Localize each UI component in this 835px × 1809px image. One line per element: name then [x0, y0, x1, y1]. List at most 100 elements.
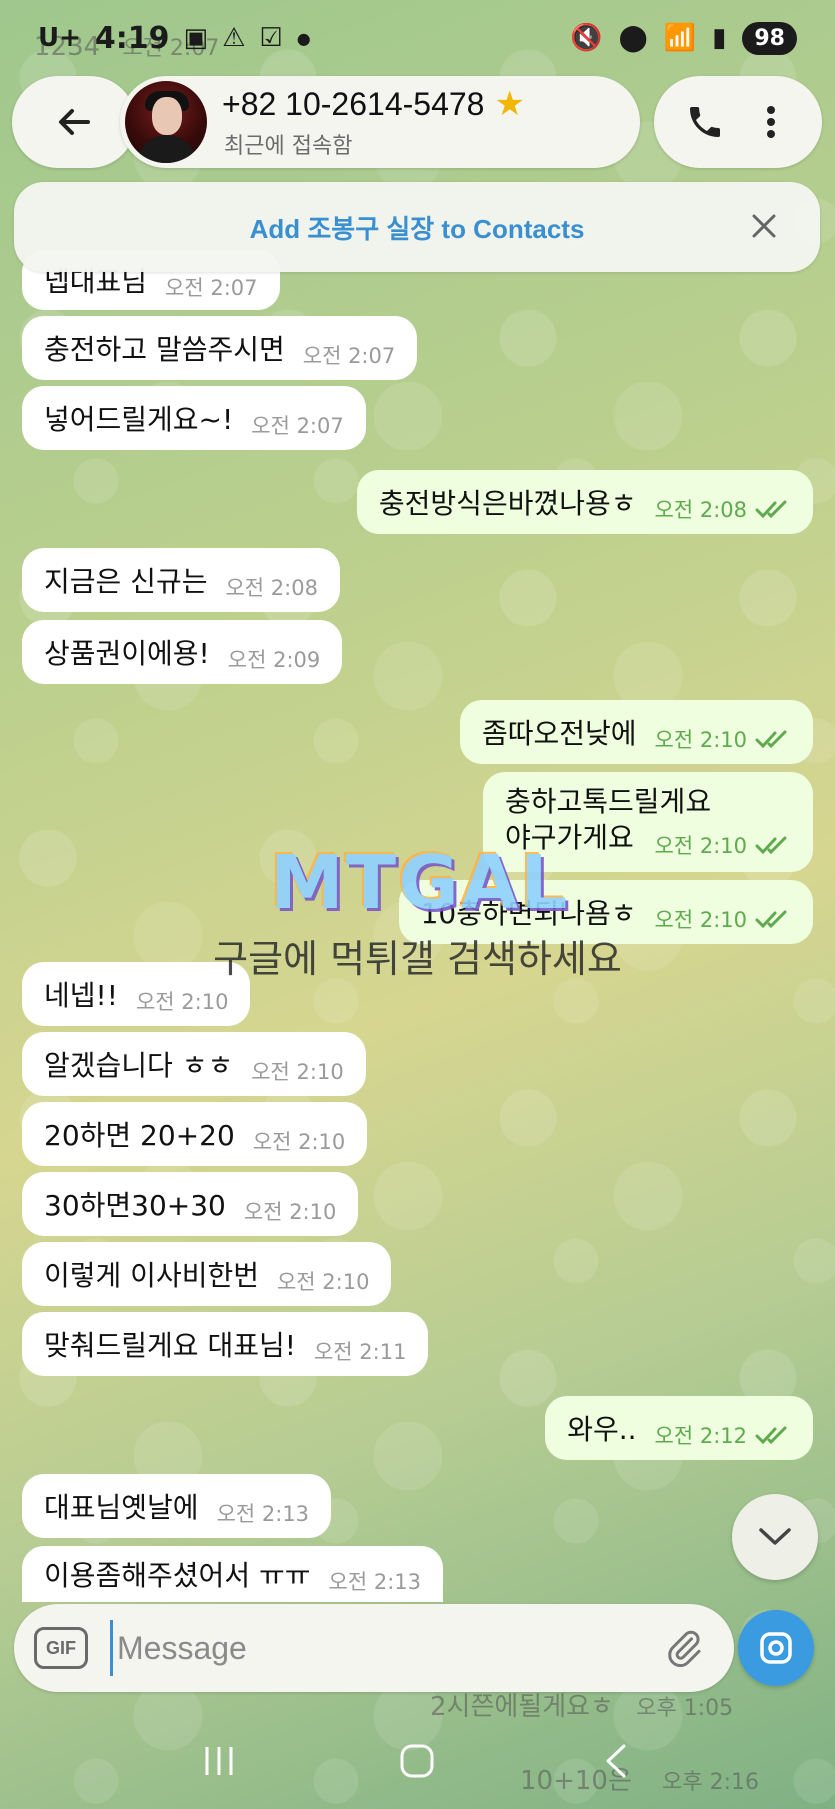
message-time: 오전 2:08 — [654, 498, 747, 522]
message-text: 30하면30+30 — [44, 1189, 226, 1222]
more-options-button[interactable] — [747, 92, 795, 152]
back-arrow-icon — [59, 109, 90, 135]
message-text: 맞춰드릴게요 대표님! — [44, 1329, 296, 1362]
more-vert-icon — [767, 106, 775, 138]
message-text: 와우.. — [567, 1413, 637, 1446]
add-to-contacts-text[interactable]: Add 조봉구 실장 to Contacts — [250, 209, 585, 246]
read-checkmarks-icon — [755, 500, 787, 519]
message-bubble[interactable]: 10충하면되나욤ㅎ 오전 2:10 — [398, 880, 813, 944]
message-bubble[interactable]: 알겠습니다 ㅎㅎ 오전 2:10 — [22, 1032, 366, 1096]
contact-name: +82 10-2614-5478 — [222, 85, 485, 122]
message-bubble[interactable]: 충하고톡드릴게요 야구가게요 오전 2:10 — [483, 772, 813, 872]
message-bubble[interactable]: 맞춰드릴게요 대표님! 오전 2:11 — [22, 1312, 429, 1376]
message-bubble[interactable]: 이용좀해주셨어서 ㅠㅠ 오전 2:13 — [22, 1546, 443, 1602]
dot-icon: ● — [296, 28, 311, 48]
carrier-label: U+ — [38, 23, 81, 53]
message-time: 오전 2:10 — [654, 908, 747, 932]
chat-header: +82 10-2614-5478 ★ 최근에 접속함 — [0, 76, 835, 176]
recent-apps-icon — [205, 1746, 233, 1775]
clock: 4:19 — [94, 20, 170, 56]
back-nav-button[interactable] — [581, 1731, 651, 1791]
message-text: 알겠습니다 ㅎㅎ — [44, 1049, 234, 1082]
avatar[interactable] — [122, 78, 210, 166]
message-text: 충전방식은바꼈나용ㅎ — [378, 487, 637, 520]
camera-icon — [760, 1632, 792, 1664]
premium-star-icon: ★ — [494, 85, 525, 123]
message-text: 네넵!! — [44, 979, 118, 1012]
close-icon — [752, 214, 776, 238]
message-bubble[interactable]: 와우.. 오전 2:12 — [545, 1396, 813, 1460]
signal-icon: ▮ — [712, 23, 727, 53]
message-time: 오전 2:12 — [654, 1424, 747, 1448]
message-time: 오전 2:07 — [165, 276, 258, 300]
read-checkmarks-icon — [755, 910, 787, 929]
call-button[interactable] — [681, 92, 729, 152]
message-time: 오전 2:10 — [135, 990, 229, 1014]
read-checkmarks-icon — [755, 730, 787, 749]
message-text: 지금은 신규는 — [44, 565, 208, 598]
message-time: 오전 2:10 — [276, 1270, 370, 1294]
close-banner-button[interactable] — [744, 206, 784, 246]
location-icon: ⬤ — [618, 23, 648, 53]
paperclip-icon — [668, 1630, 701, 1668]
message-text: 좀따오전낮에 — [481, 717, 637, 750]
message-bubble[interactable]: 20하면 20+20 오전 2:10 — [22, 1102, 368, 1166]
message-time: 오전 2:07 — [302, 344, 396, 368]
message-time: 오전 2:13 — [216, 1502, 310, 1526]
attach-button[interactable] — [654, 1618, 714, 1678]
message-time: 오전 2:10 — [654, 728, 747, 752]
message-text: 20하면 20+20 — [44, 1119, 235, 1152]
message-bubble[interactable]: 이렇게 이사비한번 오전 2:10 — [22, 1242, 392, 1306]
battery-indicator: 98 — [742, 21, 797, 55]
message-input[interactable] — [110, 1620, 654, 1676]
contact-status: 최근에 접속함 — [224, 134, 353, 159]
message-time: 오전 2:10 — [251, 1060, 344, 1084]
message-bubble[interactable]: 지금은 신규는 오전 2:08 — [22, 548, 340, 612]
system-navigation-bar — [0, 1712, 835, 1809]
mute-icon: 🔇 — [570, 23, 603, 53]
back-button[interactable] — [12, 76, 136, 168]
avatar-face — [152, 97, 182, 135]
avatar-body — [137, 135, 197, 163]
message-time: 오전 2:08 — [225, 576, 318, 600]
message-bubble[interactable]: 넣어드릴게요~! 오전 2:07 — [22, 386, 366, 450]
wifi-icon: 📶 — [663, 23, 697, 53]
message-bubble[interactable]: 30하면30+30 오전 2:10 — [22, 1172, 359, 1236]
message-bubble[interactable]: 상품권이에용! 오전 2:09 — [22, 620, 343, 684]
message-text: 이용좀해주셨어서 ㅠㅠ — [44, 1559, 311, 1592]
message-time: 오전 2:10 — [243, 1200, 337, 1224]
message-time: 오전 2:11 — [313, 1340, 407, 1364]
message-text: 대표님옛날에 — [44, 1491, 199, 1524]
add-to-contacts-banner[interactable]: Add 조봉구 실장 to Contacts — [14, 182, 820, 272]
message-bubble[interactable]: 네넵!! 오전 2:10 — [22, 962, 251, 1026]
message-time: 오전 2:10 — [654, 834, 747, 858]
checkbox-icon: ☑ — [259, 23, 283, 53]
phone-icon — [690, 107, 720, 137]
message-text: 이렇게 이사비한번 — [44, 1259, 259, 1292]
message-bubble[interactable]: 충전방식은바꼈나용ㅎ 오전 2:08 — [356, 470, 813, 534]
contact-name-row: +82 10-2614-5478 ★ — [222, 84, 525, 124]
message-composer: GIF — [14, 1604, 734, 1692]
scroll-to-bottom-button[interactable] — [732, 1494, 818, 1580]
message-time: 오전 2:09 — [227, 648, 321, 672]
home-icon — [400, 1744, 434, 1777]
back-nav-icon — [606, 1744, 626, 1777]
read-checkmarks-icon — [755, 836, 787, 855]
status-bar: U+ 4:19 ▣ ⚠ ☑ ● 🔇 ⬤ 📶 ▮ 98 — [0, 0, 835, 76]
chevron-down-icon — [759, 1528, 791, 1545]
message-time: 오전 2:13 — [328, 1570, 421, 1594]
header-actions — [654, 76, 822, 168]
read-checkmarks-icon — [755, 1426, 787, 1445]
gif-button[interactable]: GIF — [34, 1627, 88, 1669]
message-time: 오전 2:07 — [251, 414, 344, 438]
message-bubble[interactable]: 충전하고 말씀주시면 오전 2:07 — [22, 316, 418, 380]
recent-apps-button[interactable] — [184, 1731, 254, 1791]
message-text: 충전하고 말씀주시면 — [44, 333, 285, 366]
camera-button[interactable] — [738, 1610, 814, 1686]
warning-icon: ⚠ — [222, 23, 246, 53]
home-button[interactable] — [382, 1731, 452, 1791]
message-text: 상품권이에용! — [44, 637, 210, 670]
message-bubble[interactable]: 대표님옛날에 오전 2:13 — [22, 1474, 332, 1538]
message-text: 10충하면되나욤ㅎ — [420, 897, 637, 930]
message-bubble[interactable]: 좀따오전낮에 오전 2:10 — [459, 700, 813, 764]
